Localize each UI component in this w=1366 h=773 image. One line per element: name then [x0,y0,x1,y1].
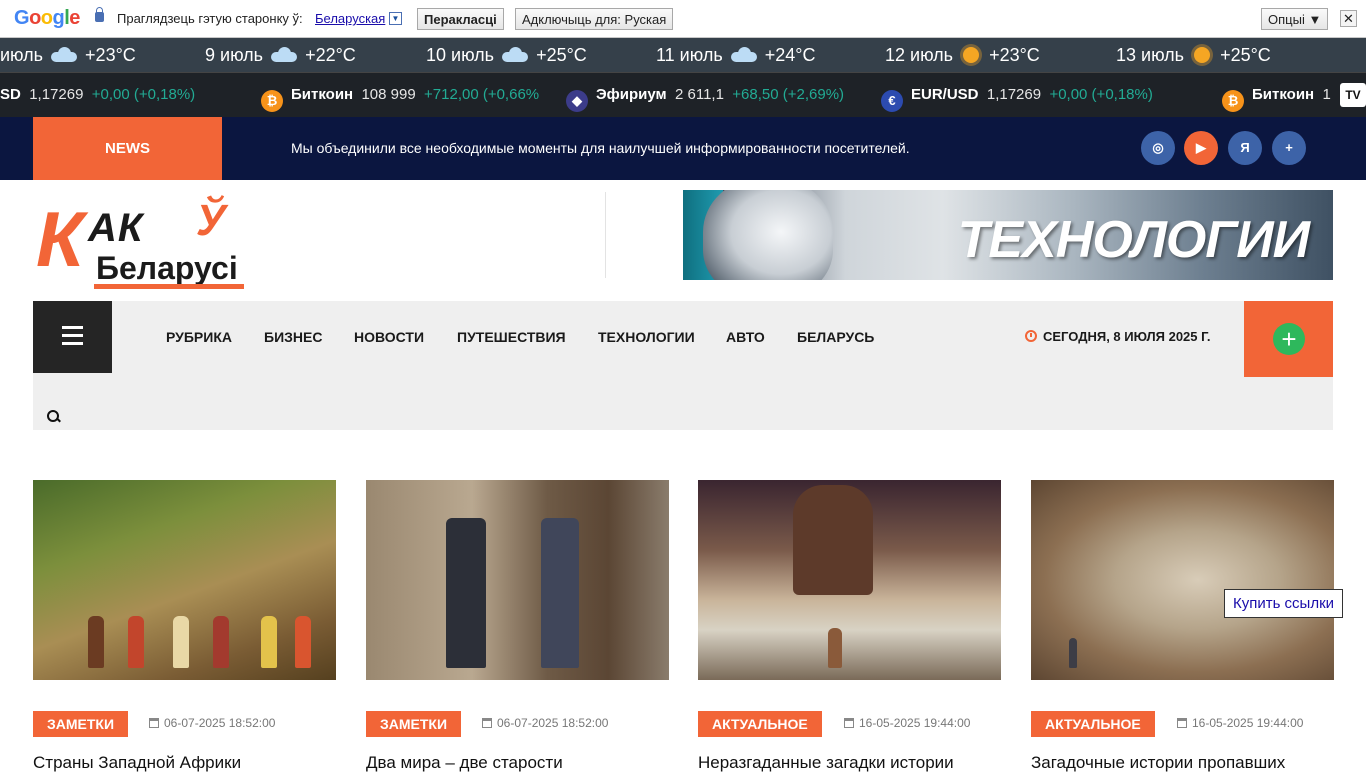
search-icon[interactable] [47,410,61,424]
lock-icon [95,7,104,22]
ticker-item[interactable]: ◆ Эфириум 2 611,1 +68,50 (+2,69%) [566,86,844,112]
article-card[interactable]: ЗАМЕТКИ 06-07-2025 18:52:00 Страны Запад… [33,480,336,772]
article-card[interactable]: АКТУАЛЬНОЕ 16-05-2025 19:44:00 Загадочны… [1031,480,1334,772]
cloud-icon [271,47,298,62]
close-icon[interactable]: ✕ [1340,10,1357,27]
header-divider [605,192,606,278]
technology-banner[interactable]: ТЕХНОЛОГИИ [683,190,1333,280]
youtube-icon[interactable]: ▶ [1184,131,1218,165]
market-ticker: SD 1,17269 +0,00 (+0,18%) ₿ Биткоин 108 9… [0,72,1366,117]
sun-icon [963,47,980,63]
yandex-icon[interactable]: Я [1228,131,1262,165]
options-button[interactable]: Опцыі ▼ [1261,8,1329,30]
nav-item-belarus[interactable]: БЕЛАРУСЬ [797,329,874,345]
instagram-icon[interactable]: ◎ [1141,131,1175,165]
bitcoin-icon: ₿ [261,90,283,112]
disable-translate-button[interactable]: Адключыць для: Руская [515,8,674,30]
article-date: 06-07-2025 18:52:00 [149,716,275,730]
article-date: 06-07-2025 18:52:00 [482,716,608,730]
category-badge[interactable]: АКТУАЛЬНОЕ [698,711,822,737]
cloud-icon [730,47,757,62]
news-bar: NEWS Мы объединили все необходимые момен… [0,117,1366,180]
nav-item-travel[interactable]: ПУТЕШЕСТВИЯ [457,329,566,345]
calendar-icon [482,718,492,728]
plus-icon: + [1273,323,1305,355]
add-icon[interactable]: + [1272,131,1306,165]
article-card[interactable]: ЗАМЕТКИ 06-07-2025 18:52:00 Два мира – д… [366,480,669,772]
robot-head-image [703,190,833,280]
language-link[interactable]: Беларуская [315,11,385,26]
ticker-item[interactable]: € EUR/USD 1,17269 +0,00 (+0,18%) [881,86,1153,112]
cloud-icon [502,47,529,62]
calendar-icon [149,718,159,728]
article-image[interactable] [1031,480,1334,680]
translate-bar: Google Праглядзець гэтую старонку ў: Бел… [0,0,1366,38]
category-badge[interactable]: АКТУАЛЬНОЕ [1031,711,1155,737]
calendar-icon [844,718,854,728]
google-logo: Google [14,7,80,29]
weather-ticker: июль +23°C 9 июль +22°C 10 июль +25°C 11 ию… [0,38,1366,72]
category-badge[interactable]: ЗАМЕТКИ [366,711,462,737]
cloud-icon [51,47,78,62]
add-panel-button[interactable]: + [1244,301,1333,377]
tradingview-logo-icon[interactable]: TV [1340,83,1366,107]
menu-icon[interactable] [33,301,112,373]
current-date: СЕГОДНЯ, 8 ИЮЛЯ 2025 Г. [1025,329,1210,344]
news-label: NEWS [33,117,222,180]
sun-icon [1194,47,1211,63]
weather-item: 12 июль +23°C [885,45,1040,65]
ethereum-icon: ◆ [566,90,588,112]
translate-button[interactable]: Перакласці [417,8,504,30]
weather-item: 10 июль +25°C [426,45,587,65]
translate-prompt: Праглядзець гэтую старонку ў: [117,11,303,26]
bitcoin-icon: ₿ [1222,90,1244,112]
weather-item: 13 июль +25°C [1116,45,1271,65]
language-dropdown-icon[interactable]: ▼ [389,12,402,25]
weather-item: 11 июль +24°C [656,45,816,65]
nav-item-rubric[interactable]: РУБРИКА [166,329,232,345]
article-date: 16-05-2025 19:44:00 [1177,716,1303,730]
article-title[interactable]: Два мира – две старости [366,753,563,773]
nav-item-news[interactable]: НОВОСТИ [354,329,424,345]
article-image[interactable] [366,480,669,680]
weather-item: 9 июль +22°C [205,45,356,65]
buy-links-link[interactable]: Купить ссылки [1224,589,1343,618]
article-card[interactable]: АКТУАЛЬНОЕ 16-05-2025 19:44:00 Неразгада… [698,480,1001,772]
article-image[interactable] [33,480,336,680]
nav-item-business[interactable]: БИЗНЕС [264,329,322,345]
clock-icon [1025,330,1037,342]
nav-item-technology[interactable]: ТЕХНОЛОГИИ [598,329,695,345]
article-title[interactable]: Загадочные истории пропавших [1031,753,1285,773]
main-navigation: РУБРИКА БИЗНЕС НОВОСТИ ПУТЕШЕСТВИЯ ТЕХНО… [33,301,1333,430]
article-date: 16-05-2025 19:44:00 [844,716,970,730]
nav-item-auto[interactable]: АВТО [726,329,765,345]
article-title[interactable]: Страны Западной Африки [33,753,241,773]
ticker-item[interactable]: ₿ Биткоин 108 999 +712,00 (+0,66% [261,86,539,112]
article-image[interactable] [698,480,1001,680]
eur-usd-flag-icon: € [881,90,903,112]
weather-item: июль +23°C [0,45,136,65]
ticker-item[interactable]: ₿ Биткоин 1 [1222,86,1331,112]
site-logo[interactable]: К АК Ў Беларусі [36,196,248,292]
banner-title: ТЕХНОЛОГИИ [957,211,1310,269]
ticker-item[interactable]: SD 1,17269 +0,00 (+0,18%) [0,86,195,103]
calendar-icon [1177,718,1187,728]
news-message: Мы объединили все необходимые моменты дл… [291,140,910,156]
category-badge[interactable]: ЗАМЕТКИ [33,711,129,737]
article-title[interactable]: Неразгаданные загадки истории [698,753,954,773]
